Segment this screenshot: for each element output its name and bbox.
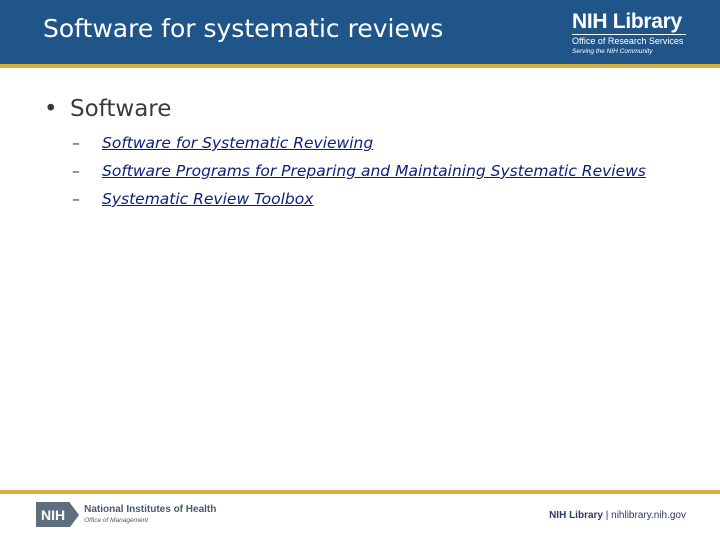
- logo-subtitle: Office of Research Services: [572, 34, 686, 47]
- footer-separator: |: [602, 510, 612, 521]
- footer-brand: NIH Library: [549, 510, 603, 521]
- nih-footer-logo: NIH National Institutes of Health Office…: [36, 502, 216, 527]
- link-list: – Software for Systematic Reviewing – So…: [72, 134, 704, 218]
- header-gold-rule: [0, 64, 720, 68]
- list-item: – Software Programs for Preparing and Ma…: [72, 162, 704, 190]
- link-software-for-systematic-reviewing[interactable]: Software for Systematic Reviewing: [102, 134, 373, 152]
- nih-arrow-icon: [70, 502, 80, 527]
- dash-icon: –: [72, 190, 80, 208]
- nih-mark: NIH: [36, 502, 71, 527]
- nih-wordmark: National Institutes of Health Office of …: [84, 504, 216, 525]
- nih-office: Office of Management: [84, 517, 149, 524]
- list-item: – Software for Systematic Reviewing: [72, 134, 704, 162]
- slide-content: • Software – Software for Systematic Rev…: [44, 96, 704, 218]
- logo-tagline: Serving the NIH Community: [572, 48, 653, 55]
- link-systematic-review-toolbox[interactable]: Systematic Review Toolbox: [102, 190, 313, 208]
- header-bar: Software for systematic reviews NIH Libr…: [0, 0, 720, 64]
- link-software-programs[interactable]: Software Programs for Preparing and Main…: [102, 162, 646, 180]
- bullet-text: Software: [70, 96, 172, 122]
- footer-url[interactable]: nihlibrary.nih.gov: [611, 510, 686, 521]
- nih-library-logo: NIH Library Office of Research Services …: [572, 10, 686, 56]
- nih-name: National Institutes of Health: [84, 504, 217, 515]
- bullet-dot-icon: •: [44, 96, 58, 122]
- dash-icon: –: [72, 162, 80, 180]
- footer-gold-rule: [0, 490, 720, 494]
- dash-icon: –: [72, 134, 80, 152]
- bullet-software: • Software: [44, 96, 704, 128]
- list-item: – Systematic Review Toolbox: [72, 190, 704, 218]
- logo-name: NIH Library: [572, 10, 682, 33]
- footer-library-url: NIH Library | nihlibrary.nih.gov: [549, 510, 686, 521]
- slide-title: Software for systematic reviews: [43, 14, 444, 43]
